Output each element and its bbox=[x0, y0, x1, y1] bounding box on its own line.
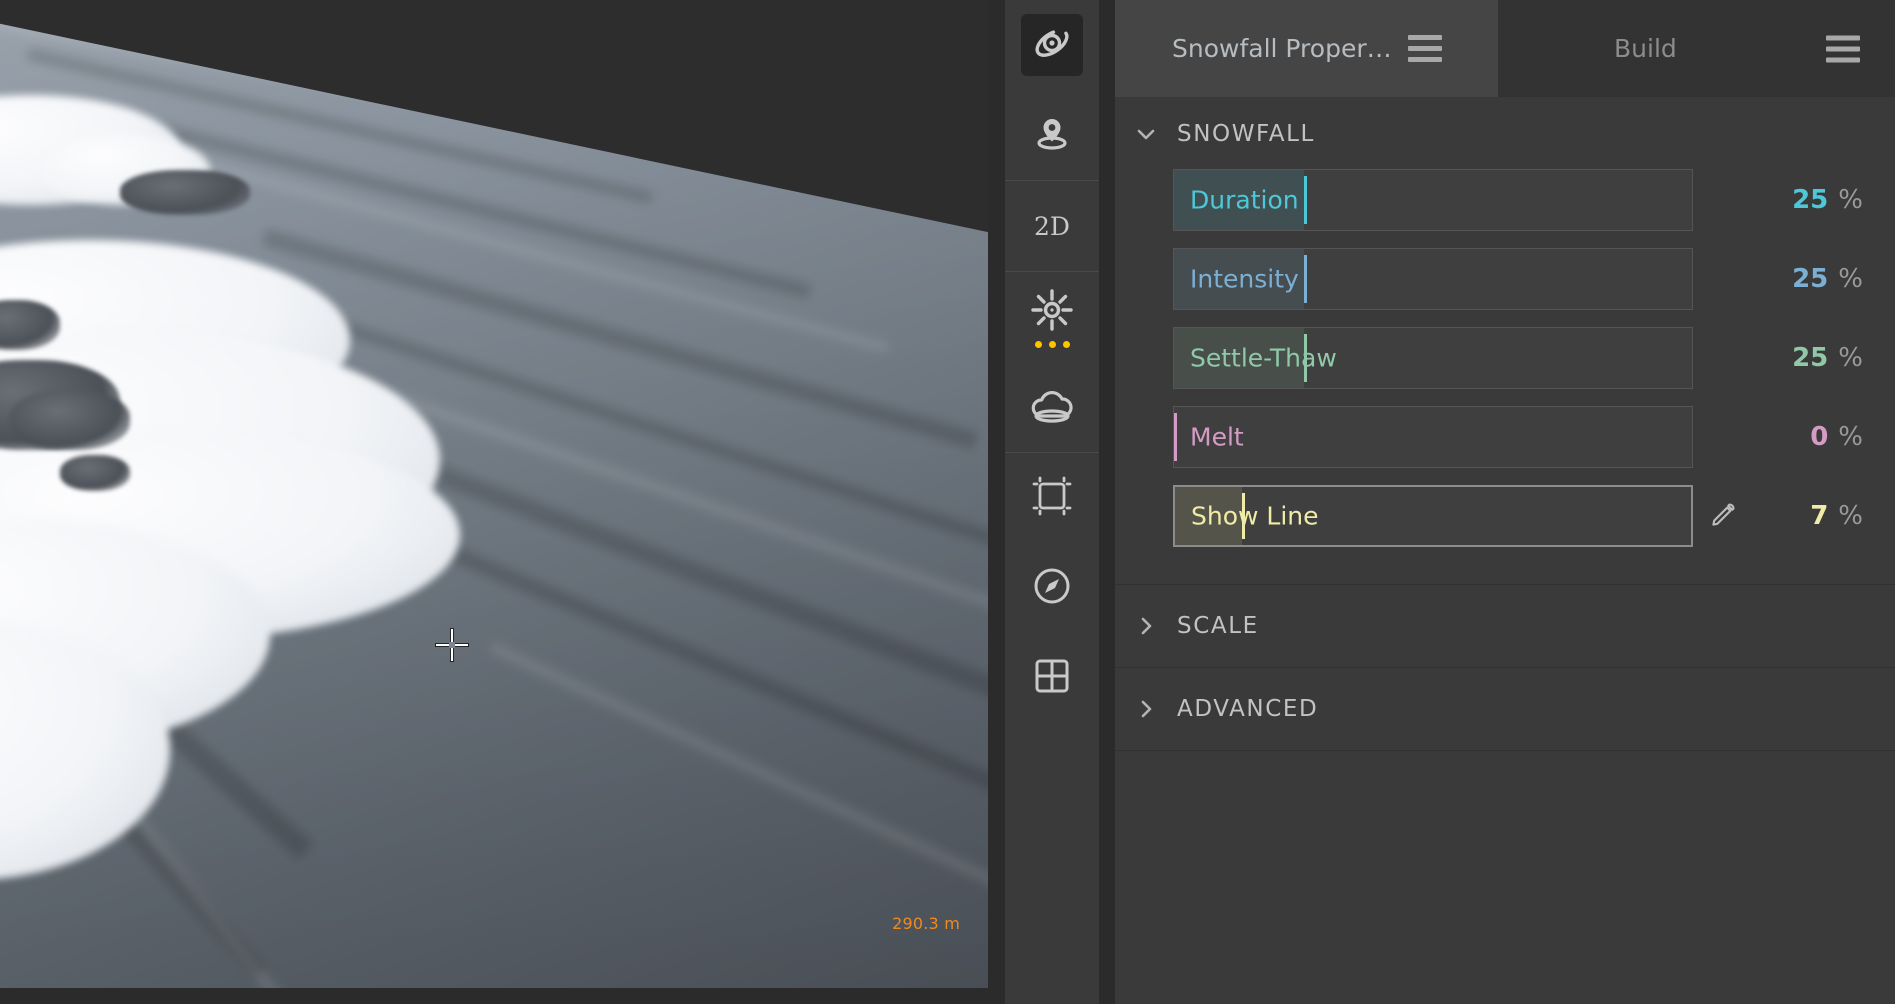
value-settle-thaw[interactable]: 25 bbox=[1792, 343, 1828, 373]
value-duration[interactable]: 25 bbox=[1792, 185, 1828, 215]
slider-settle-thaw[interactable]: Settle-Thaw bbox=[1173, 327, 1693, 389]
chevron-down-icon bbox=[1115, 122, 1177, 146]
sun-icon bbox=[1029, 287, 1075, 337]
property-row-show-line: Show Line 7 % bbox=[1115, 485, 1895, 547]
compass-icon bbox=[1030, 564, 1074, 612]
unit-melt: % bbox=[1838, 422, 1863, 452]
unit-duration: % bbox=[1838, 185, 1863, 215]
unit-intensity: % bbox=[1838, 264, 1863, 294]
panel-menu-hamburger-icon[interactable] bbox=[1826, 35, 1860, 62]
toolbar-sun-button[interactable] bbox=[1005, 272, 1099, 362]
property-row-duration: Duration 25 % bbox=[1115, 169, 1895, 231]
section-scale-header[interactable]: SCALE bbox=[1115, 585, 1895, 667]
slider-duration[interactable]: Duration bbox=[1173, 169, 1693, 231]
property-row-settle-thaw: Settle-Thaw 25 % bbox=[1115, 327, 1895, 389]
eyedropper-icon[interactable] bbox=[1693, 500, 1751, 532]
unit-settle-thaw: % bbox=[1838, 343, 1863, 373]
orbit-icon bbox=[1030, 21, 1074, 69]
grid-layout-icon bbox=[1030, 654, 1074, 702]
3d-viewport[interactable]: 290.3 m bbox=[0, 0, 988, 988]
application-window: 290.3 m 2D Snowfall Proper… Build SNOWFA… bbox=[0, 0, 1895, 1004]
tab-snowfall-label: Snowfall Proper… bbox=[1172, 34, 1392, 63]
section-snowfall: SNOWFALL Duration 25 % Intensity 25 % Se… bbox=[1115, 97, 1895, 585]
properties-panel: Snowfall Proper… Build SNOWFALL Duration… bbox=[1115, 0, 1895, 1004]
toolbar-group-view: 2D bbox=[1005, 181, 1099, 272]
terrain-render bbox=[0, 23, 988, 988]
sun-indicator-dots bbox=[1034, 340, 1070, 348]
toolbar-cloud-button[interactable] bbox=[1005, 362, 1099, 452]
section-snowfall-title: SNOWFALL bbox=[1177, 121, 1315, 147]
slider-melt-label: Melt bbox=[1190, 422, 1244, 452]
value-melt[interactable]: 0 bbox=[1810, 422, 1828, 452]
toolbar-group-weather bbox=[1005, 272, 1099, 453]
toolbar-orbit-button[interactable] bbox=[1005, 0, 1099, 90]
property-row-melt: Melt 0 % bbox=[1115, 406, 1895, 468]
tab-snowfall-properties[interactable]: Snowfall Proper… bbox=[1115, 0, 1498, 97]
chevron-right-icon bbox=[1115, 614, 1177, 638]
toolbar-grid-button[interactable] bbox=[1005, 633, 1099, 723]
tab-build-label: Build bbox=[1614, 34, 1677, 63]
toolbar-location-button[interactable] bbox=[1005, 90, 1099, 180]
slider-duration-label: Duration bbox=[1190, 185, 1299, 215]
crop-frame-icon bbox=[1030, 474, 1074, 522]
section-advanced-title: ADVANCED bbox=[1177, 696, 1319, 722]
section-advanced: ADVANCED bbox=[1115, 668, 1895, 751]
toolbar-2d-button[interactable]: 2D bbox=[1005, 181, 1099, 271]
toolbar-crop-button[interactable] bbox=[1005, 453, 1099, 543]
toolbar-group-tools bbox=[1005, 453, 1099, 723]
slider-intensity-label: Intensity bbox=[1190, 264, 1299, 294]
section-scale: SCALE bbox=[1115, 585, 1895, 668]
slider-melt[interactable]: Melt bbox=[1173, 406, 1693, 468]
chevron-right-icon bbox=[1115, 697, 1177, 721]
panel-tab-bar: Snowfall Proper… Build bbox=[1115, 0, 1895, 97]
toolbar-group-navigation bbox=[1005, 0, 1099, 181]
slider-intensity[interactable]: Intensity bbox=[1173, 248, 1693, 310]
section-scale-title: SCALE bbox=[1177, 613, 1259, 639]
section-advanced-header[interactable]: ADVANCED bbox=[1115, 668, 1895, 750]
cloud-icon bbox=[1028, 385, 1076, 429]
section-snowfall-body: Duration 25 % Intensity 25 % Settle-Thaw… bbox=[1115, 169, 1895, 584]
vertical-toolbar: 2D bbox=[1005, 0, 1099, 1004]
value-show-line[interactable]: 7 bbox=[1810, 501, 1828, 531]
toolbar-compass-button[interactable] bbox=[1005, 543, 1099, 633]
location-pin-icon bbox=[1030, 111, 1074, 159]
two-d-view-label: 2D bbox=[1034, 211, 1070, 241]
value-intensity[interactable]: 25 bbox=[1792, 264, 1828, 294]
unit-show-line: % bbox=[1838, 501, 1863, 531]
elevation-readout: 290.3 m bbox=[892, 914, 960, 933]
slider-settle-thaw-label: Settle-Thaw bbox=[1190, 343, 1337, 373]
section-snowfall-header[interactable]: SNOWFALL bbox=[1115, 97, 1895, 169]
slider-show-line[interactable]: Show Line bbox=[1173, 485, 1693, 547]
property-row-intensity: Intensity 25 % bbox=[1115, 248, 1895, 310]
slider-show-line-label: Show Line bbox=[1191, 501, 1319, 531]
tab-menu-hamburger-icon[interactable] bbox=[1407, 35, 1442, 62]
